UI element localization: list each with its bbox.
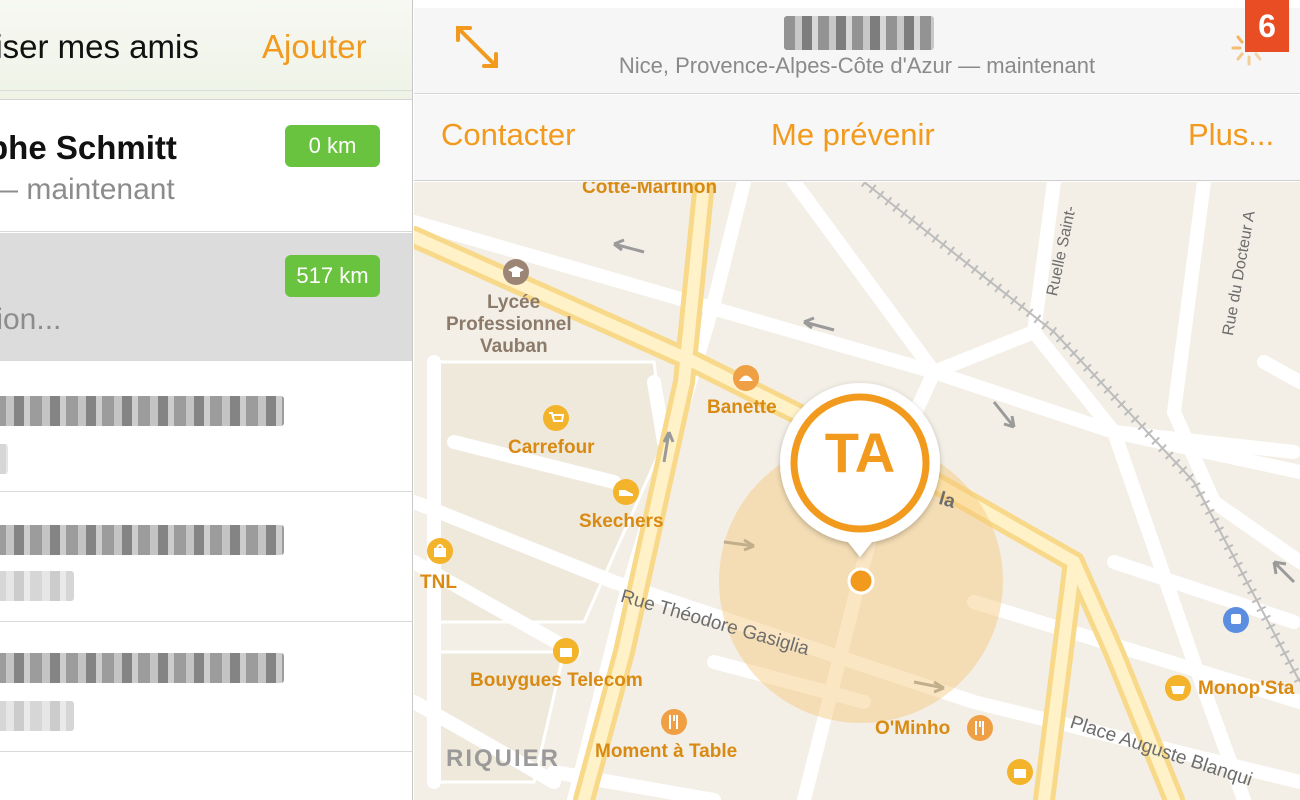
friend-status: tion...	[0, 303, 62, 336]
distance-badge: 517 km	[285, 255, 380, 297]
blurred-friend-status	[0, 701, 74, 731]
friend-row[interactable]: phe Schmitt — maintenant 0 km	[0, 101, 412, 232]
blurred-friend-name	[0, 653, 284, 683]
map-label: TNL	[420, 572, 457, 593]
friend-row[interactable]	[0, 493, 412, 622]
friend-name-blurred	[784, 16, 934, 50]
map-label: O'Minho	[875, 718, 951, 739]
map-label: Lycée	[487, 292, 541, 313]
more-button[interactable]: Plus...	[1188, 117, 1274, 153]
bakery-icon	[733, 365, 759, 391]
grocery-basket-icon	[1165, 675, 1191, 701]
district-label: RIQUIER	[446, 745, 561, 772]
friends-header: liser mes amis Ajouter	[0, 0, 412, 100]
blurred-friend-status	[0, 571, 74, 601]
shoe-store-icon	[613, 479, 639, 505]
friend-row[interactable]	[0, 362, 412, 492]
map-label: Banette	[707, 397, 777, 418]
friend-detail-header: Nice, Provence-Alpes-Côte d'Azur — maint…	[414, 8, 1300, 94]
friend-status: — maintenant	[0, 173, 175, 206]
map-label: Vauban	[480, 336, 548, 357]
store-icon	[553, 638, 579, 664]
friend-name: phe Schmitt	[0, 129, 177, 166]
contact-button[interactable]: Contacter	[441, 117, 575, 153]
blurred-friend-name	[0, 396, 284, 426]
friend-row[interactable]	[0, 623, 412, 752]
map-label: Monop'Sta	[1198, 678, 1295, 699]
map-label: Carrefour	[508, 437, 595, 458]
add-friend-button[interactable]: Ajouter	[262, 28, 367, 66]
map-view[interactable]: Cotte-Martinon Lycée Professionnel Vauba…	[414, 182, 1300, 800]
shopping-bag-icon	[427, 538, 453, 564]
school-icon	[503, 259, 529, 285]
map-label: Professionnel	[446, 314, 572, 335]
map-label: Cotte-Martinon	[582, 182, 718, 198]
shopping-cart-icon	[543, 405, 569, 431]
friend-marker-initials: TA	[824, 421, 896, 484]
action-bar: Contacter Me prévenir Plus...	[414, 95, 1300, 181]
map-label: Bouygues Telecom	[470, 670, 643, 691]
map-label: Moment à Table	[595, 741, 738, 762]
notify-me-button[interactable]: Me prévenir	[771, 117, 935, 153]
friends-list-panel: liser mes amis Ajouter phe Schmitt — mai…	[0, 0, 413, 800]
blurred-friend-name	[0, 525, 284, 555]
train-station-icon	[1223, 607, 1249, 633]
restaurant-icon	[967, 715, 993, 741]
restaurant-icon	[661, 709, 687, 735]
map-label: Skechers	[579, 511, 664, 532]
distance-badge: 0 km	[285, 125, 380, 167]
friend-row-selected[interactable]: tion... 517 km	[0, 233, 412, 361]
step-number-badge: 6	[1245, 0, 1289, 52]
friends-header-title: liser mes amis	[0, 28, 199, 65]
friend-location: Nice, Provence-Alpes-Côte d'Azur — maint…	[618, 53, 1096, 78]
store-icon	[1007, 759, 1033, 785]
friend-location-marker[interactable]	[774, 377, 946, 602]
header-divider	[0, 90, 412, 91]
blurred-friend-status	[0, 444, 8, 474]
